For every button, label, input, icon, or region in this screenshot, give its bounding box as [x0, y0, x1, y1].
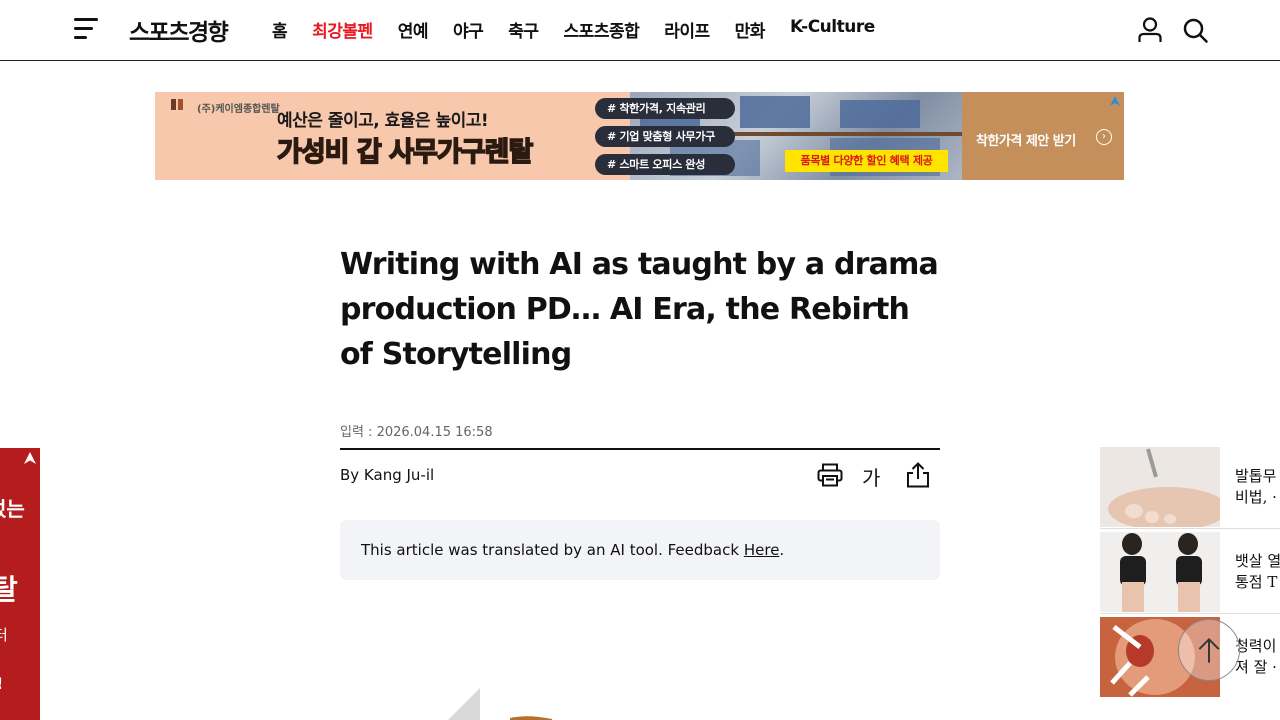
rail-headline-line: 뱃살 열: [1235, 552, 1280, 570]
chevron-right-icon[interactable]: ›: [1096, 129, 1112, 145]
rail-headline-line: 통점 T: [1235, 573, 1278, 591]
top-ad-banner[interactable]: (주)케이엠종합렌탈 예산은 줄이고, 효율은 높이고! 가성비 갑 사무가구렌…: [155, 92, 1124, 180]
nav-item-comics[interactable]: 만화: [735, 17, 766, 42]
share-icon[interactable]: [906, 462, 930, 488]
nav-item-soccer[interactable]: 축구: [508, 17, 539, 42]
ad-tag: # 착한가격, 지속관리: [595, 98, 735, 119]
left-side-ad[interactable]: 렀는 탈 터 !: [0, 448, 40, 720]
ad-brand-name: (주)케이엠종합렌탈: [197, 104, 280, 115]
ai-notice-text: This article was translated by an AI too…: [361, 541, 744, 559]
rail-headline-line: 청력이: [1235, 637, 1277, 655]
nav-item-best-pen[interactable]: 최강볼펜: [312, 17, 373, 42]
nav-item-k-culture[interactable]: K-Culture: [790, 17, 875, 42]
left-ad-text: 터: [0, 626, 8, 644]
ad-cta-text[interactable]: 착한가격 제안 받기: [976, 130, 1076, 149]
ad-product-text: 사무가구렌탈: [388, 136, 534, 169]
user-icon[interactable]: [1138, 17, 1162, 43]
nav-item-life[interactable]: 라이프: [664, 17, 710, 42]
ad-highlight-text: 가성비 갑: [276, 136, 382, 169]
ai-notice-end: .: [779, 541, 785, 559]
ad-text-panel: (주)케이엠종합렌탈 예산은 줄이고, 효율은 높이고! 가성비 갑 사무가구렌…: [155, 92, 630, 180]
rail-headline-line: 져 잘 ·: [1235, 658, 1277, 676]
search-icon[interactable]: [1183, 18, 1208, 43]
ad-promo-badge: 품목별 다양한 할인 혜택 제공: [785, 150, 948, 172]
ad-tag: # 기업 맞춤형 사무가구: [595, 126, 735, 147]
left-ad-text: !: [0, 674, 3, 693]
nav-item-sports-general[interactable]: 스포츠종합: [564, 17, 640, 42]
site-header: 스포츠경향 홈 최강볼펜 연예 야구 축구 스포츠종합 라이프 만화 K-Cul…: [0, 0, 1280, 61]
byline-divider: [340, 448, 940, 450]
print-icon[interactable]: [817, 463, 843, 487]
rail-article-item[interactable]: 발톱무 비법, ·: [1100, 447, 1280, 527]
ad-brand-logo-icon: [171, 99, 193, 110]
main-nav: 홈 최강볼펜 연예 야구 축구 스포츠종합 라이프 만화 K-Culture: [272, 17, 900, 42]
site-logo[interactable]: 스포츠경향: [129, 13, 229, 47]
ad-cta-panel[interactable]: 착한가격 제안 받기 ›: [962, 92, 1124, 180]
article-headline: Writing with AI as taught by a drama pro…: [340, 247, 939, 372]
rail-divider: [1100, 528, 1280, 529]
feedback-link[interactable]: Here: [744, 541, 780, 559]
nav-item-home[interactable]: 홈: [272, 17, 288, 42]
ad-tag: # 스마트 오피스 완성: [595, 154, 735, 175]
ad-headline: 예산은 줄이고, 효율은 높이고!: [277, 111, 489, 131]
ai-translation-notice: This article was translated by an AI too…: [340, 520, 940, 580]
rail-divider: [1100, 613, 1280, 614]
article-dateline: 입력 : 2026.04.15 16:58: [340, 425, 493, 440]
rail-thumbnail: [1100, 447, 1220, 527]
rail-headline: 발톱무 비법, ·: [1235, 466, 1277, 508]
left-ad-text: 탈: [0, 573, 18, 606]
ad-main-copy: 가성비 갑 사무가구렌탈: [276, 130, 534, 169]
article-byline: By Kang Ju-il: [340, 466, 435, 484]
left-ad-text: 렀는: [0, 497, 25, 521]
article-image-peek: [448, 688, 552, 720]
scroll-to-top-button[interactable]: [1178, 619, 1240, 681]
rail-headline: 청력이 져 잘 ·: [1235, 636, 1277, 678]
ad-choices-icon[interactable]: [23, 451, 37, 465]
rail-headline: 뱃살 열 통점 T: [1235, 551, 1280, 593]
rail-thumbnail: [1100, 532, 1220, 612]
rail-headline-line: 비법, ·: [1235, 488, 1277, 506]
rail-headline-line: 발톱무: [1235, 467, 1277, 485]
nav-item-entertainment[interactable]: 연예: [398, 17, 429, 42]
nav-item-baseball[interactable]: 야구: [453, 17, 484, 42]
rail-article-item[interactable]: 뱃살 열 통점 T: [1100, 532, 1280, 612]
hamburger-menu-icon[interactable]: [74, 18, 98, 40]
ad-tag-list: # 착한가격, 지속관리 # 기업 맞춤형 사무가구 # 스마트 오피스 완성: [595, 98, 735, 180]
font-size-button[interactable]: 가: [862, 462, 880, 491]
ad-choices-icon[interactable]: [1109, 95, 1121, 107]
